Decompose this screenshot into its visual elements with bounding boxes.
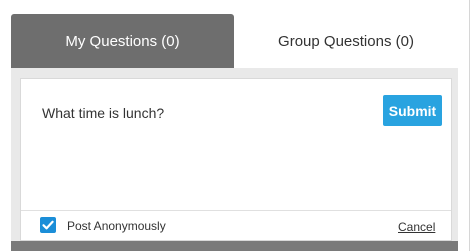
panel-footer-bar: [11, 241, 458, 251]
question-composer: What time is lunch? Submit Post Anonymou…: [20, 78, 452, 241]
tab-my-questions-label: My Questions (0): [65, 32, 180, 50]
post-anonymously-checkbox[interactable]: [40, 217, 56, 233]
questions-widget: My Questions (0) Group Questions (0) Wha…: [0, 0, 473, 251]
tab-group-questions[interactable]: Group Questions (0): [234, 14, 458, 68]
question-tabs: My Questions (0) Group Questions (0): [11, 14, 458, 68]
tab-my-questions[interactable]: My Questions (0): [11, 14, 234, 68]
cancel-link[interactable]: Cancel: [398, 220, 435, 234]
checkmark-icon: [42, 220, 54, 230]
submit-button[interactable]: Submit: [383, 95, 442, 126]
composer-divider: [21, 210, 451, 211]
post-anonymously-label: Post Anonymously: [67, 219, 166, 233]
frame-border: [469, 0, 470, 251]
question-input[interactable]: What time is lunch?: [42, 105, 164, 121]
tab-group-questions-label: Group Questions (0): [278, 32, 414, 50]
